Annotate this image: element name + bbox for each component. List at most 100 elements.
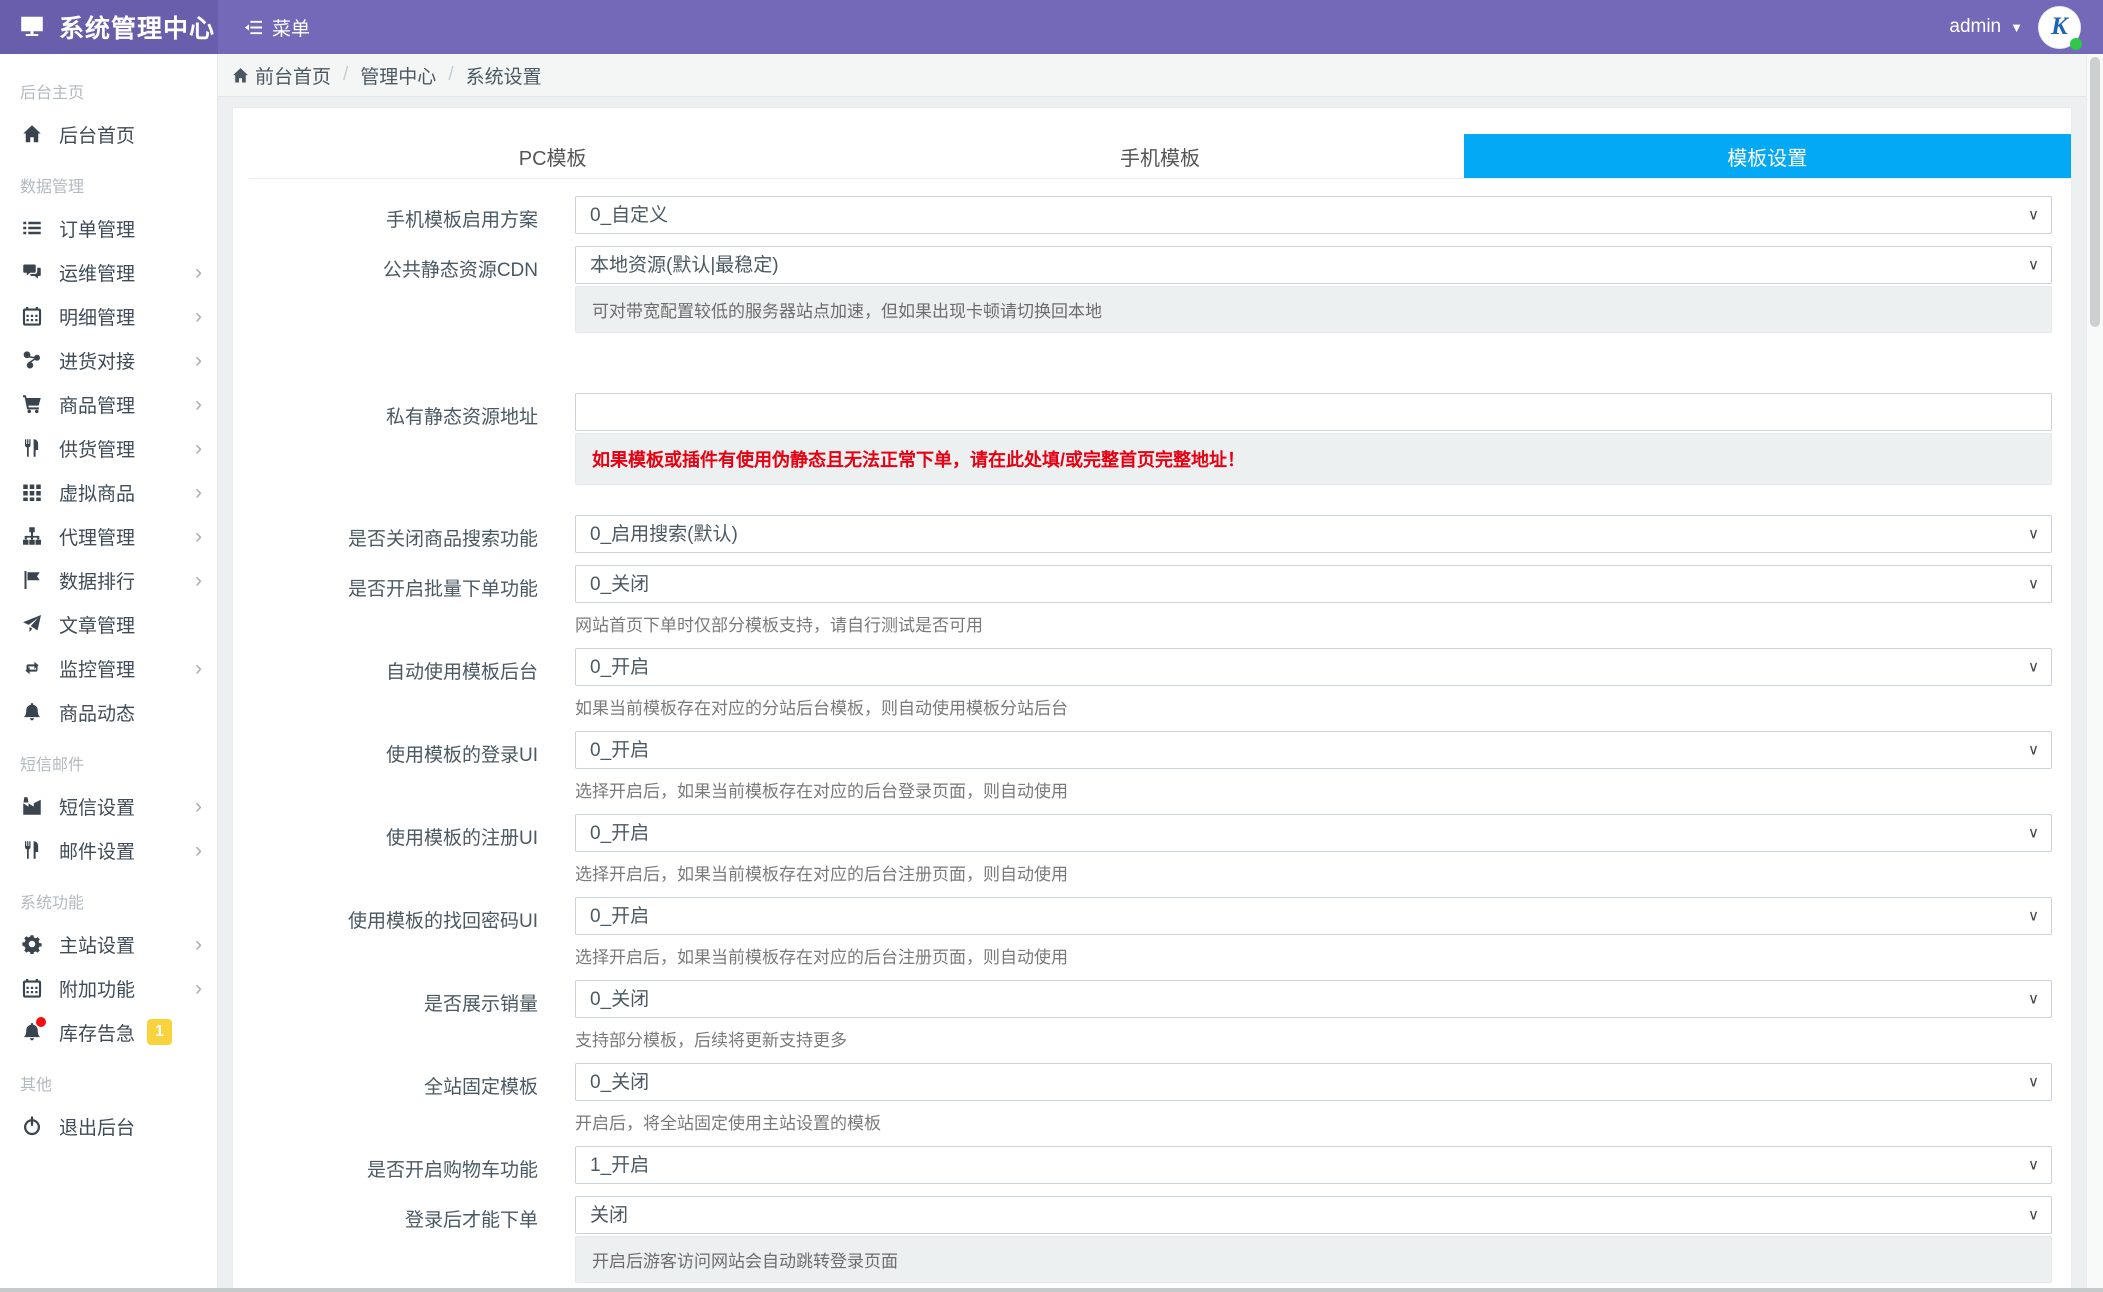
- settings-form: 手机模板启用方案 0_自定义 ∨ 公共静态资源CDN 本地资源(默认|最稳定) ∨ 可对带宽…: [233, 196, 2071, 1292]
- field-control: 1_开启 ∨: [575, 1146, 2052, 1184]
- breadcrumb-item[interactable]: 系统设置: [466, 62, 542, 89]
- sidebar-item[interactable]: 后台首页: [0, 112, 217, 156]
- field-control: 关闭 ∨ 开启后游客访问网站会自动跳转登录页面: [575, 1196, 2052, 1283]
- sidebar-item-label: 供货管理: [59, 439, 136, 461]
- industry-icon: [20, 796, 44, 816]
- sidebar-item[interactable]: 主站设置 ›: [0, 922, 217, 966]
- sidebar-item[interactable]: 邮件设置 ›: [0, 828, 217, 872]
- tab[interactable]: 手机模板: [856, 134, 1463, 178]
- breadcrumb-item[interactable]: 前台首页: [232, 62, 331, 89]
- vertical-scrollbar[interactable]: [2086, 54, 2103, 1292]
- sidebar-item[interactable]: 进货对接 ›: [0, 338, 217, 382]
- field-help: 开启后游客访问网站会自动跳转登录页面: [575, 1236, 2052, 1283]
- form-group: 手机模板启用方案 0_自定义 ∨: [233, 196, 2071, 234]
- sidebar-item[interactable]: 退出后台: [0, 1104, 217, 1148]
- chevron-right-icon: ›: [195, 348, 202, 372]
- sidebar-item[interactable]: 监控管理 ›: [0, 646, 217, 690]
- form-group: 是否展示销量 0_关闭 ∨ 支持部分模板，后续将更新支持更多: [233, 980, 2071, 1051]
- field-select[interactable]: 0_开启: [575, 648, 2052, 686]
- field-input[interactable]: [575, 393, 2052, 431]
- sidebar-item[interactable]: 库存告急 1: [0, 1010, 217, 1054]
- field-select[interactable]: 0_自定义: [575, 196, 2052, 234]
- sidebar-item-label: 主站设置: [59, 935, 136, 957]
- cutlery-icon: [20, 840, 44, 860]
- field-label: 使用模板的找回密码UI: [347, 911, 538, 932]
- chevron-right-icon: ›: [195, 436, 202, 460]
- field-select[interactable]: 0_开启: [575, 814, 2052, 852]
- scrollbar-thumb[interactable]: [2090, 57, 2100, 327]
- settings-panel: PC模板 手机模板 模板设置 手机模板启用方案 0_自定义 ∨ 公共静态资源CDN 本地资源…: [232, 107, 2072, 1292]
- field-control: 0_开启 ∨ 选择开启后，如果当前模板存在对应的后台注册页面，则自动使用: [575, 897, 2052, 968]
- retweet-icon: [20, 658, 44, 678]
- sidebar-item[interactable]: 附加功能 ›: [0, 966, 217, 1010]
- user-name: admin: [1949, 16, 2002, 37]
- form-group: 是否开启购物车功能 1_开启 ∨: [233, 1146, 2071, 1184]
- chevron-right-icon: ›: [195, 838, 202, 862]
- field-select[interactable]: 本地资源(默认|最稳定): [575, 246, 2052, 284]
- field-label: 公共静态资源CDN: [382, 260, 538, 281]
- home-icon: [232, 67, 249, 84]
- gear-icon: [20, 934, 44, 954]
- field-help: 选择开启后，如果当前模板存在对应的后台注册页面，则自动使用: [575, 948, 1068, 967]
- chevron-right-icon: ›: [195, 976, 202, 1000]
- avatar[interactable]: K: [2038, 5, 2082, 50]
- list-icon: [20, 218, 44, 238]
- chevron-right-icon: ›: [195, 524, 202, 548]
- chevron-right-icon: ›: [195, 656, 202, 680]
- field-control: 0_启用搜索(默认) ∨: [575, 515, 2052, 553]
- form-group: 私有静态资源地址 如果模板或插件有使用伪静态且无法正常下单，请在此处填/或完整首页…: [233, 393, 2071, 485]
- avatar-logo: K: [2051, 13, 2068, 40]
- tab[interactable]: PC模板: [249, 134, 856, 178]
- sidebar-item[interactable]: 订单管理: [0, 206, 217, 250]
- power-icon: [20, 1116, 44, 1136]
- form-group: 是否关闭商品搜索功能 0_启用搜索(默认) ∨: [233, 515, 2071, 553]
- sidebar-item-label: 订单管理: [59, 219, 136, 241]
- sidebar-item-label: 运维管理: [59, 263, 136, 285]
- sidebar-item[interactable]: 文章管理: [0, 602, 217, 646]
- sidebar-item[interactable]: 运维管理 ›: [0, 250, 217, 294]
- sidebar-item[interactable]: 商品管理 ›: [0, 382, 217, 426]
- field-select[interactable]: 0_关闭: [575, 565, 2052, 603]
- form-group: 使用模板的注册UI 0_开启 ∨ 选择开启后，如果当前模板存在对应的后台注册页面，则自…: [233, 814, 2071, 885]
- sidebar-item[interactable]: 数据排行 ›: [0, 558, 217, 602]
- menu-toggle[interactable]: 菜单: [218, 0, 336, 54]
- field-select[interactable]: 关闭: [575, 1196, 2052, 1234]
- chevron-right-icon: ›: [195, 794, 202, 818]
- sidebar-section-label: 后台主页: [20, 85, 85, 102]
- breadcrumb-item[interactable]: 管理中心: [360, 62, 436, 89]
- horizontal-scrollbar[interactable]: [0, 1288, 2103, 1292]
- calendar-icon: [20, 306, 44, 326]
- cart-icon: [20, 394, 44, 414]
- field-select[interactable]: 0_关闭: [575, 980, 2052, 1018]
- sidebar-item-label: 监控管理: [59, 659, 136, 681]
- field-select[interactable]: 0_开启: [575, 731, 2052, 769]
- user-menu[interactable]: admin ▼: [1949, 16, 2023, 38]
- tab[interactable]: 模板设置: [1463, 134, 2071, 178]
- field-help: 开启后，将全站固定使用主站设置的模板: [575, 1114, 881, 1133]
- sidebar-item-label: 数据排行: [59, 571, 136, 593]
- sidebar-item-label: 商品管理: [59, 395, 136, 417]
- count-badge: 1: [147, 1019, 172, 1045]
- sidebar-item[interactable]: 虚拟商品 ›: [0, 470, 217, 514]
- sidebar-item[interactable]: 短信设置 ›: [0, 784, 217, 828]
- sidebar-item[interactable]: 供货管理 ›: [0, 426, 217, 470]
- sidebar-item[interactable]: 商品动态: [0, 690, 217, 734]
- field-label: 自动使用模板后台: [385, 662, 538, 683]
- field-select[interactable]: 0_开启: [575, 897, 2052, 935]
- breadcrumb-separator: /: [448, 64, 454, 85]
- sidebar-item-label: 后台首页: [59, 125, 136, 147]
- field-control: 0_开启 ∨ 选择开启后，如果当前模板存在对应的后台登录页面，则自动使用: [575, 731, 2052, 802]
- sidebar-item[interactable]: 代理管理 ›: [0, 514, 217, 558]
- field-select[interactable]: 0_启用搜索(默认): [575, 515, 2052, 553]
- breadcrumb: 前台首页 / 管理中心 / 系统设置: [218, 54, 2086, 97]
- app-header: 系统管理中心 菜单 admin ▼ K: [0, 0, 2103, 54]
- sidebar-item-label: 商品动态: [59, 703, 136, 725]
- field-select[interactable]: 1_开启: [575, 1146, 2052, 1184]
- field-select[interactable]: 0_关闭: [575, 1063, 2052, 1101]
- sidebar-item-label: 库存告急: [59, 1023, 136, 1045]
- field-label: 手机模板启用方案: [385, 210, 538, 231]
- sidebar-item[interactable]: 明细管理 ›: [0, 294, 217, 338]
- caret-down-icon: ▼: [2010, 19, 2023, 35]
- field-help: 网站首页下单时仅部分模板支持，请自行测试是否可用: [575, 616, 983, 635]
- brand[interactable]: 系统管理中心: [0, 0, 218, 54]
